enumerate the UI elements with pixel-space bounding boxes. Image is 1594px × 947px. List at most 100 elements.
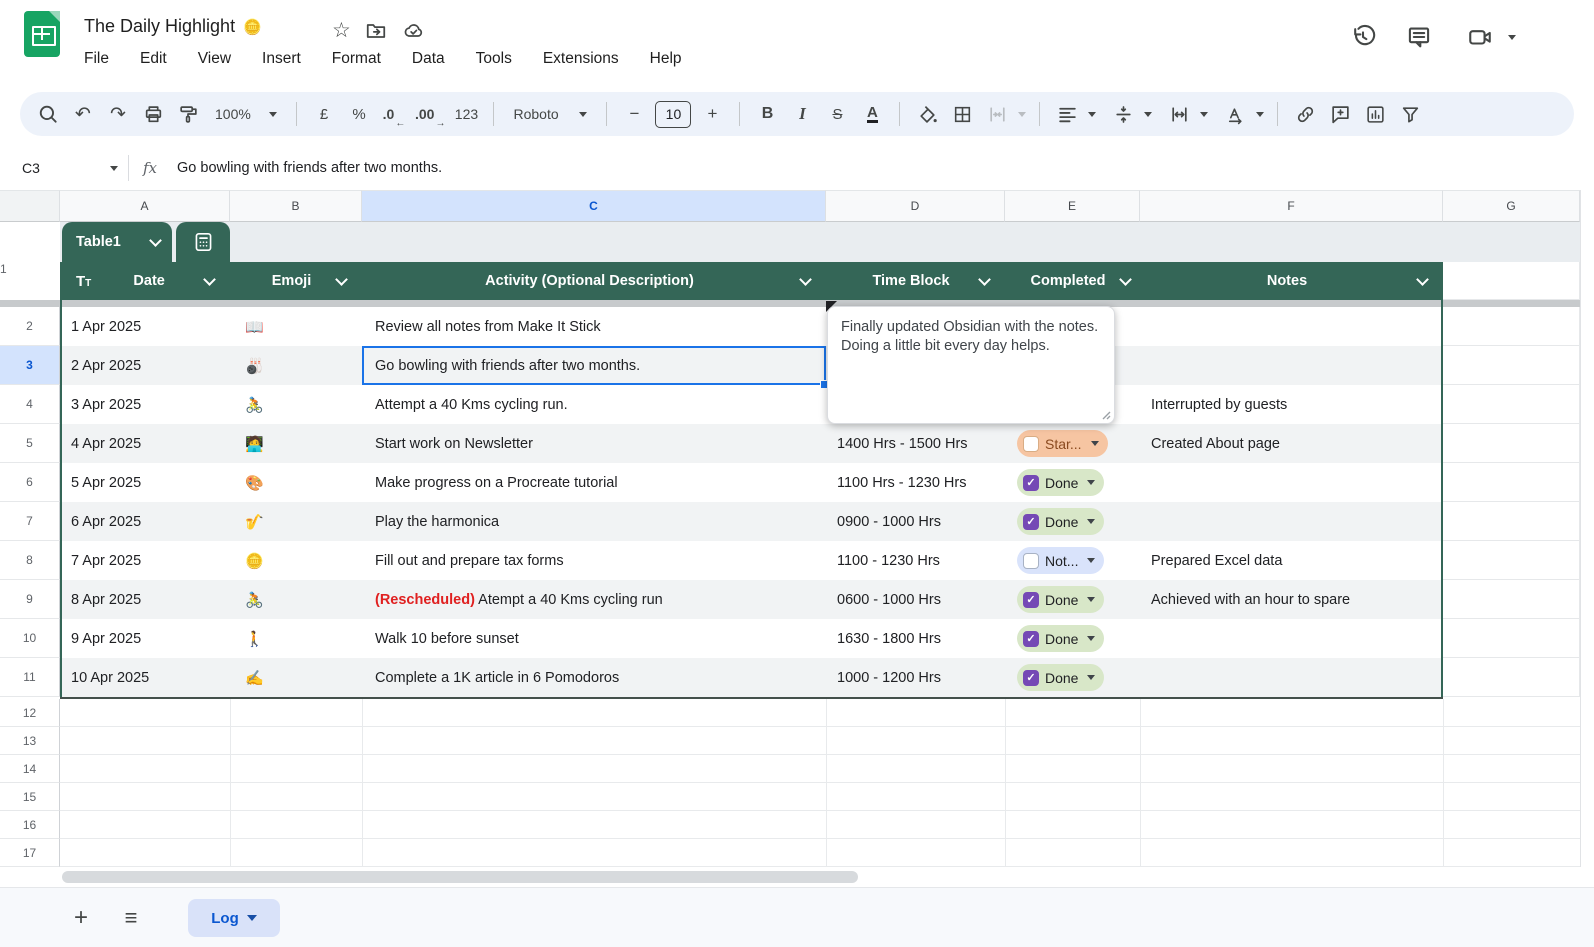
cell-outside[interactable]	[1443, 262, 1580, 300]
column-type-icon[interactable]: TT	[76, 273, 91, 290]
menu-file[interactable]: File	[82, 48, 111, 70]
header-activity[interactable]: Activity (Optional Description)	[362, 262, 826, 300]
row-header-7[interactable]: 7	[0, 502, 60, 541]
print-icon[interactable]	[139, 99, 167, 129]
cell-outside[interactable]	[1443, 580, 1580, 619]
horizontal-align-dropdown-icon[interactable]	[1088, 112, 1096, 117]
undo-icon[interactable]: ↶	[69, 99, 97, 129]
font-select[interactable]: Roboto	[507, 99, 593, 129]
font-size-input[interactable]: 10	[655, 101, 691, 128]
cell-emoji[interactable]: 🪙	[230, 541, 362, 580]
column-header-g[interactable]: G	[1443, 190, 1580, 222]
cell-date[interactable]: 8 Apr 2025	[60, 580, 230, 619]
cell-outside[interactable]	[1443, 502, 1580, 541]
menu-help[interactable]: Help	[648, 48, 684, 70]
vertical-align-dropdown-icon[interactable]	[1144, 112, 1152, 117]
text-wrapping-icon[interactable]	[1165, 99, 1193, 129]
cell-outside[interactable]	[1443, 463, 1580, 502]
text-color-button[interactable]: A	[858, 99, 886, 129]
cell-activity[interactable]: Start work on Newsletter	[362, 424, 826, 463]
chip-dropdown-icon[interactable]	[1087, 597, 1095, 602]
move-to-folder-icon[interactable]	[365, 20, 387, 42]
borders-icon[interactable]	[948, 99, 976, 129]
horizontal-align-icon[interactable]	[1053, 99, 1081, 129]
cell-completed[interactable]: Done	[1005, 463, 1140, 502]
header-emoji[interactable]: Emoji	[230, 262, 362, 300]
create-filter-icon[interactable]	[1396, 99, 1424, 129]
version-history-icon[interactable]	[1348, 22, 1378, 52]
cell-emoji[interactable]: 🎳	[230, 346, 362, 385]
sheet-tab-dropdown-icon[interactable]	[247, 915, 257, 921]
meet-dropdown-icon[interactable]	[1508, 35, 1516, 40]
cell-timeblock[interactable]: 1000 - 1200 Hrs	[826, 658, 1005, 697]
percent-format-button[interactable]: %	[345, 99, 373, 129]
vertical-scrollbar[interactable]	[1580, 190, 1594, 867]
row-header-10[interactable]: 10	[0, 619, 60, 658]
cell-date[interactable]: 2 Apr 2025	[60, 346, 230, 385]
cell-activity[interactable]: Make progress on a Procreate tutorial	[362, 463, 826, 502]
table-tools-tab[interactable]	[176, 222, 230, 262]
cloud-status-icon[interactable]	[401, 20, 425, 42]
completed-chip[interactable]: Done	[1017, 586, 1104, 613]
cell-date[interactable]: 4 Apr 2025	[60, 424, 230, 463]
increase-decimal-button[interactable]: .00→	[415, 99, 445, 129]
decrease-font-size-button[interactable]: −	[620, 99, 648, 129]
chip-checkbox[interactable]	[1023, 475, 1039, 491]
search-icon[interactable]	[34, 99, 62, 129]
column-header-b[interactable]: B	[230, 190, 362, 222]
cell-notes[interactable]: Prepared Excel data	[1140, 541, 1443, 580]
merge-dropdown-icon[interactable]	[1018, 112, 1026, 117]
header-date[interactable]: TT Date	[60, 262, 230, 300]
chip-checkbox[interactable]	[1023, 631, 1039, 647]
cell-emoji[interactable]: 🚶	[230, 619, 362, 658]
menu-view[interactable]: View	[196, 48, 233, 70]
cell-timeblock[interactable]: 1400 Hrs - 1500 Hrs	[826, 424, 1005, 463]
cell-notes[interactable]	[1140, 658, 1443, 697]
row-header-11[interactable]: 11	[0, 658, 60, 697]
italic-button[interactable]: I	[788, 99, 816, 129]
menu-data[interactable]: Data	[410, 48, 447, 70]
cell-emoji[interactable]: 🧑‍💻	[230, 424, 362, 463]
cell-emoji[interactable]: 🚴	[230, 580, 362, 619]
cell-timeblock[interactable]: 1630 - 1800 Hrs	[826, 619, 1005, 658]
row-header-6[interactable]: 6	[0, 463, 60, 502]
row-header-16[interactable]: 16	[0, 811, 60, 839]
cell-emoji[interactable]: 📖	[230, 307, 362, 346]
cell-date[interactable]: 3 Apr 2025	[60, 385, 230, 424]
vertical-align-icon[interactable]	[1109, 99, 1137, 129]
cell-outside[interactable]	[1443, 346, 1580, 385]
row-header-4[interactable]: 4	[0, 385, 60, 424]
cell-completed[interactable]: Done	[1005, 502, 1140, 541]
chip-dropdown-icon[interactable]	[1087, 558, 1095, 563]
chip-checkbox[interactable]	[1023, 514, 1039, 530]
row-header-17[interactable]: 17	[0, 839, 60, 867]
chip-checkbox[interactable]	[1023, 553, 1039, 569]
name-box-dropdown-icon[interactable]	[110, 166, 118, 171]
cell-activity[interactable]: Walk 10 before sunset	[362, 619, 826, 658]
table-name-tab[interactable]: Table1	[62, 222, 172, 262]
header-date-chevron-icon[interactable]	[203, 273, 216, 286]
row-header-12[interactable]: 12	[0, 699, 60, 727]
number-format-button[interactable]: 123	[452, 99, 480, 129]
chip-checkbox[interactable]	[1023, 670, 1039, 686]
header-notes[interactable]: Notes	[1140, 262, 1443, 300]
cell-timeblock[interactable]: 0900 - 1000 Hrs	[826, 502, 1005, 541]
horizontal-scrollbar[interactable]	[62, 871, 858, 883]
cell-timeblock[interactable]: 1100 Hrs - 1230 Hrs	[826, 463, 1005, 502]
chip-dropdown-icon[interactable]	[1087, 480, 1095, 485]
row-header-13[interactable]: 13	[0, 727, 60, 755]
text-wrapping-dropdown-icon[interactable]	[1200, 112, 1208, 117]
comment-history-icon[interactable]	[1404, 22, 1434, 52]
column-header-f[interactable]: F	[1140, 190, 1443, 222]
insert-chart-icon[interactable]	[1361, 99, 1389, 129]
cell-activity[interactable]: Complete a 1K article in 6 Pomodoros	[362, 658, 826, 697]
star-icon[interactable]: ☆	[332, 20, 351, 42]
cell-outside[interactable]	[1443, 619, 1580, 658]
row-header-2[interactable]: 2	[0, 307, 60, 346]
cell-outside[interactable]	[1443, 658, 1580, 697]
cell-notes[interactable]: Created About page	[1140, 424, 1443, 463]
cell-emoji[interactable]: 🚴	[230, 385, 362, 424]
add-sheet-button[interactable]: +	[64, 901, 98, 935]
text-rotation-icon[interactable]	[1221, 99, 1249, 129]
chip-dropdown-icon[interactable]	[1087, 675, 1095, 680]
